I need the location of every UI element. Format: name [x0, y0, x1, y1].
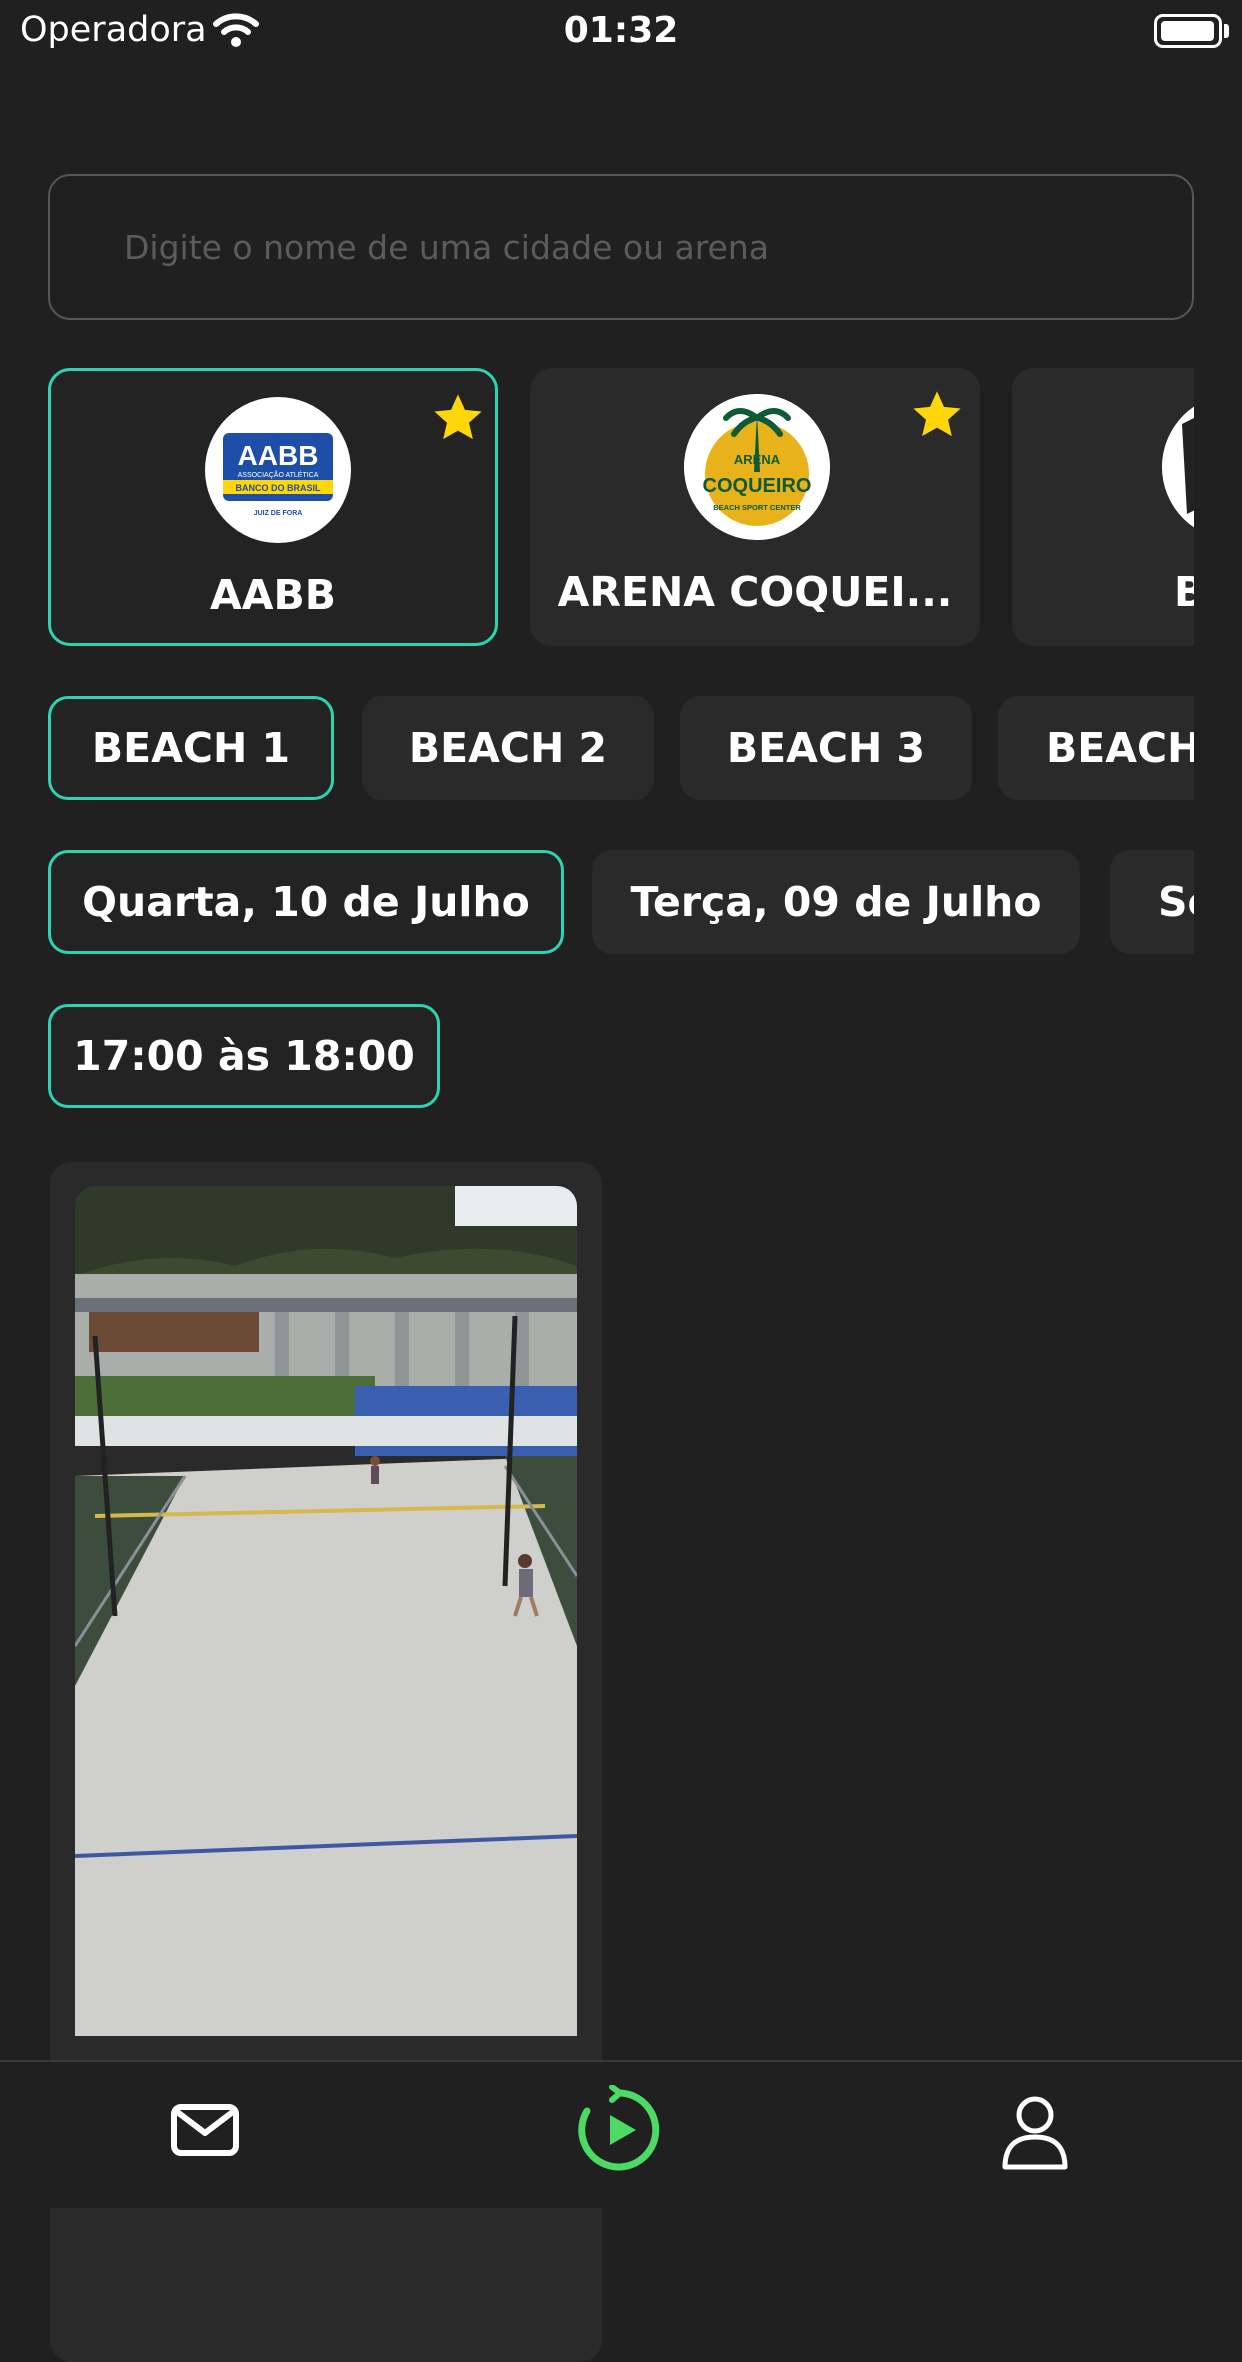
- date-pill[interactable]: Se: [1110, 850, 1194, 954]
- clock: 01:32: [563, 10, 679, 51]
- court-pill-beach-4[interactable]: BEACH: [998, 696, 1194, 800]
- court-selector[interactable]: BEACH 1 BEACH 2 BEACH 3 BEACH: [48, 696, 1194, 802]
- svg-text:AABB: AABB: [238, 440, 319, 471]
- svg-text:ARENA: ARENA: [734, 452, 781, 467]
- battery-icon: [1154, 14, 1222, 48]
- time-selector[interactable]: 17:00 às 18:00: [48, 1004, 440, 1110]
- profile-icon[interactable]: [990, 2085, 1080, 2175]
- arena-name: ARENA COQUEI...: [557, 568, 953, 616]
- court-pill-beach-2[interactable]: BEACH 2: [362, 696, 654, 800]
- date-selector[interactable]: Quarta, 10 de Julho Terça, 09 de Julho S…: [48, 850, 1194, 956]
- mail-icon[interactable]: [160, 2085, 250, 2175]
- time-pill[interactable]: 17:00 às 18:00: [48, 1004, 440, 1108]
- date-pill[interactable]: Terça, 09 de Julho: [592, 850, 1080, 954]
- arena-card-coqueiro[interactable]: ARENA COQUEIRO BEACH SPORT CENTER ARENA …: [530, 368, 980, 646]
- svg-text:COQUEIRO: COQUEIRO: [703, 475, 812, 497]
- video-thumbnail[interactable]: [75, 1186, 577, 2036]
- arena-coqueiro-logo: ARENA COQUEIRO BEACH SPORT CENTER: [684, 394, 830, 540]
- search-field[interactable]: [48, 174, 1194, 320]
- search-input[interactable]: [122, 176, 1166, 319]
- favorite-star-icon[interactable]: [910, 388, 964, 442]
- arena-card-3[interactable]: BO: [1012, 368, 1194, 646]
- replay-timer-icon[interactable]: [575, 2085, 665, 2175]
- svg-text:BANCO DO BRASIL: BANCO DO BRASIL: [236, 483, 322, 493]
- arena-carousel[interactable]: AABB ASSOCIAÇÃO ATLÉTICA BANCO DO BRASIL…: [48, 368, 1194, 648]
- aabb-logo: AABB ASSOCIAÇÃO ATLÉTICA BANCO DO BRASIL…: [205, 397, 351, 543]
- arena-logo: [1162, 394, 1194, 540]
- court-pill-beach-1[interactable]: BEACH 1: [48, 696, 334, 800]
- favorite-star-icon[interactable]: [431, 391, 485, 445]
- arena-card-aabb[interactable]: AABB ASSOCIAÇÃO ATLÉTICA BANCO DO BRASIL…: [48, 368, 498, 646]
- arena-name: AABB: [210, 571, 336, 619]
- battery-tip: [1224, 24, 1229, 38]
- svg-text:JUIZ DE FORA: JUIZ DE FORA: [254, 510, 303, 517]
- svg-text:ASSOCIAÇÃO ATLÉTICA: ASSOCIAÇÃO ATLÉTICA: [238, 470, 319, 479]
- svg-text:BEACH SPORT CENTER: BEACH SPORT CENTER: [713, 503, 801, 512]
- date-pill-selected[interactable]: Quarta, 10 de Julho: [48, 850, 564, 954]
- arena-name: BO: [1173, 568, 1194, 616]
- court-pill-beach-3[interactable]: BEACH 3: [680, 696, 972, 800]
